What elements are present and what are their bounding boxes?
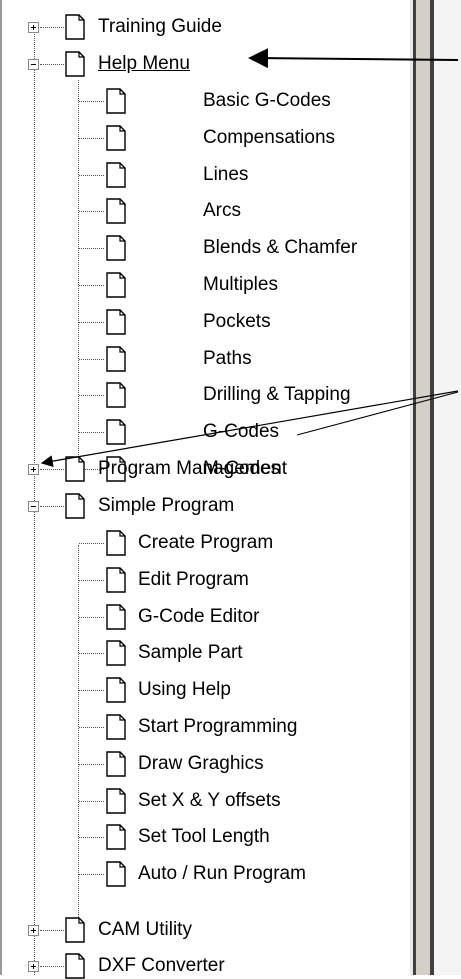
tree-node-label[interactable]: Drilling & Tapping [203,384,351,406]
page-icon [65,51,85,77]
tree-connector [79,874,104,876]
tree-node-label[interactable]: Create Program [138,532,273,554]
tree-connector [79,321,104,323]
page-icon [106,88,126,114]
tree-connector [79,101,104,102]
tree-node-label[interactable]: Help Menu [98,53,190,75]
page-icon [106,677,126,703]
tree-connector [79,763,104,765]
page-icon [106,751,126,777]
plus-icon[interactable] [28,961,39,972]
tree-connector [79,653,104,655]
tree-node-label[interactable]: Blends & Chamfer [203,237,357,259]
minus-icon[interactable] [28,501,39,512]
tree-connector [40,966,64,967]
page-icon [106,382,126,409]
page-icon [106,235,126,261]
page-icon [106,161,126,188]
tree-node-label[interactable]: Training Guide [98,16,222,38]
right-pane-edge [434,0,461,975]
tree-connector [79,395,104,397]
tree-node-label[interactable]: Program Management [98,458,287,480]
page-icon [65,493,85,519]
page-icon [106,787,126,814]
tree-node-label[interactable]: Start Programming [138,716,297,738]
page-icon [106,603,126,630]
tree-node-label[interactable]: Pockets [203,311,271,333]
tree-node-label[interactable]: Using Help [138,679,231,701]
page-icon [65,953,85,979]
tree-connector [40,930,64,931]
tree-connector [79,690,104,692]
tree-line [78,545,79,925]
tree-node-label[interactable]: Set X & Y offsets [138,790,281,812]
tree-node-label[interactable]: Set Tool Length [138,826,270,848]
page-icon [106,419,126,445]
page-icon [106,824,126,851]
tree-connector [79,248,104,250]
tree-connector [79,616,104,618]
tree-connector [40,469,64,470]
plus-icon[interactable] [28,464,39,475]
tree-node-label[interactable]: Simple Program [98,495,234,517]
page-icon [106,345,126,372]
tree-node-label[interactable]: Multiples [203,274,278,296]
tree-node-label[interactable]: G-Code Editor [138,606,259,628]
page-icon [65,917,85,943]
tree-node-label[interactable]: DXF Converter [98,955,225,977]
tree-node-label[interactable]: Auto / Run Program [138,863,306,885]
tree-node-label[interactable]: G-Codes [203,421,279,443]
help-tree: Training Guide Help Menu Basic G-Codes Comp… [0,0,461,979]
tree-node-label[interactable]: Arcs [203,200,241,222]
plus-icon[interactable] [28,22,39,33]
plus-icon[interactable] [28,925,39,936]
page-icon [106,198,126,225]
page-icon [106,567,126,593]
tree-node-label[interactable]: Lines [203,164,248,186]
tree-connector [79,727,104,728]
page-icon [65,14,85,40]
tree-connector [79,137,104,139]
tree-connector [79,543,104,544]
page-icon [106,530,126,556]
tree-connector [79,432,104,434]
minus-icon[interactable] [28,59,39,70]
tree-connector [79,285,104,286]
splitter-bar-light [416,0,430,975]
page-icon [106,272,126,298]
tree-node-label[interactable]: Basic G-Codes [203,90,331,112]
tree-connector [79,579,104,581]
page-icon [106,125,126,151]
tree-connector [79,800,104,802]
page-icon [106,714,126,740]
tree-connector [79,174,104,176]
tree-connector [79,837,104,839]
page-icon [106,861,126,887]
tree-node-label[interactable]: Draw Graghics [138,753,264,775]
page-icon [65,456,85,482]
tree-connector [79,211,104,213]
tree-node-label[interactable]: Edit Program [138,569,249,591]
tree-node-label[interactable]: Sample Part [138,642,243,664]
tree-connector [40,27,64,28]
page-icon [106,309,126,335]
page-icon [106,640,126,667]
tree-connector [79,358,104,360]
left-pane-edge [0,0,2,975]
tree-node-label[interactable]: Compensations [203,127,335,149]
tree-node-label[interactable]: CAM Utility [98,919,192,941]
tree-connector [40,506,64,507]
tree-connector [40,64,64,65]
tree-node-label[interactable]: Paths [203,348,252,370]
